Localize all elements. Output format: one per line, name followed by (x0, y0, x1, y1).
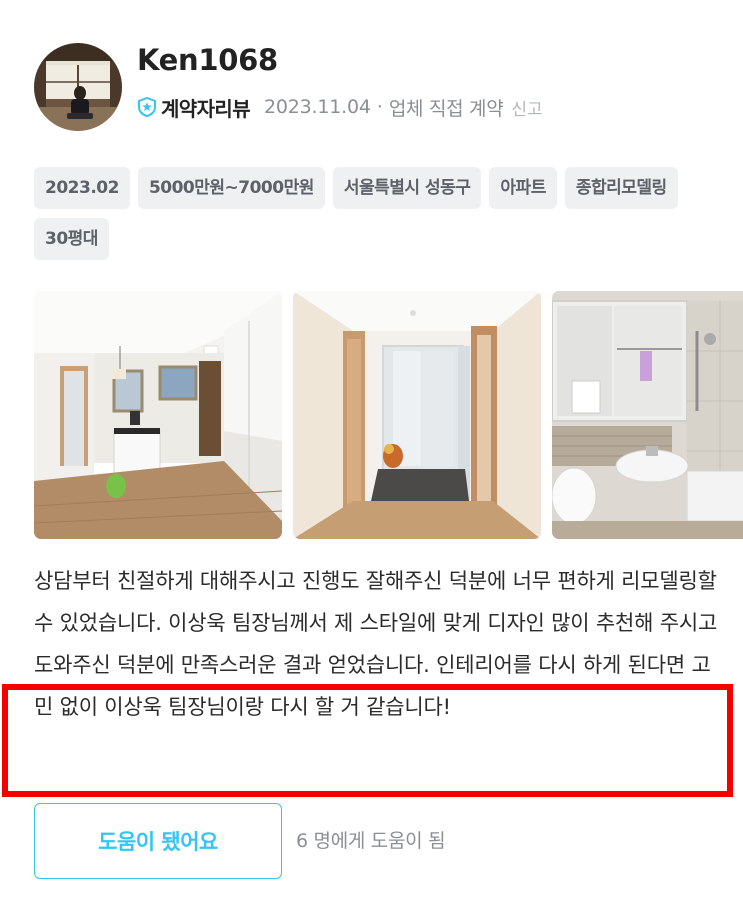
meta-separator: · (376, 96, 383, 118)
review-tags: 2023.02 5000만원~7000만원 서울특별시 성동구 아파트 종합리모… (34, 167, 724, 260)
author-name[interactable]: Ken1068 (137, 42, 278, 78)
contract-review-badge: 계약자리뷰 (161, 96, 251, 121)
helpful-count: 6 명에게 도움이 됨 (296, 830, 446, 852)
living-room-photo[interactable] (34, 291, 282, 539)
contract-type: 업체 직접 계약 (388, 97, 504, 120)
tag-date: 2023.02 (34, 167, 130, 209)
review-body: 상담부터 친절하게 대해주시고 진행도 잘해주신 덕분에 너무 편하게 리모델링… (34, 569, 718, 719)
tag-budget: 5000만원~7000만원 (137, 167, 325, 209)
verified-badge-icon (137, 96, 157, 118)
report-link[interactable]: 신고 (511, 95, 542, 120)
review-meta: 계약자리뷰 2023.11.04 · 업체 직접 계약 신고 (137, 92, 543, 122)
tag-housing-type: 아파트 (489, 167, 557, 209)
tag-location: 서울특별시 성동구 (332, 167, 482, 209)
profile-photo (34, 43, 122, 131)
tag-size: 30평대 (34, 218, 109, 260)
review-date: 2023.11.04 (264, 96, 371, 118)
hallway-photo[interactable] (293, 291, 541, 539)
photo-gallery[interactable] (34, 291, 743, 539)
tag-work-type: 종합리모델링 (564, 167, 678, 209)
helpful-button[interactable]: 도움이 됐어요 (34, 803, 282, 879)
bathroom-photo[interactable] (552, 291, 743, 539)
avatar[interactable] (34, 43, 122, 131)
